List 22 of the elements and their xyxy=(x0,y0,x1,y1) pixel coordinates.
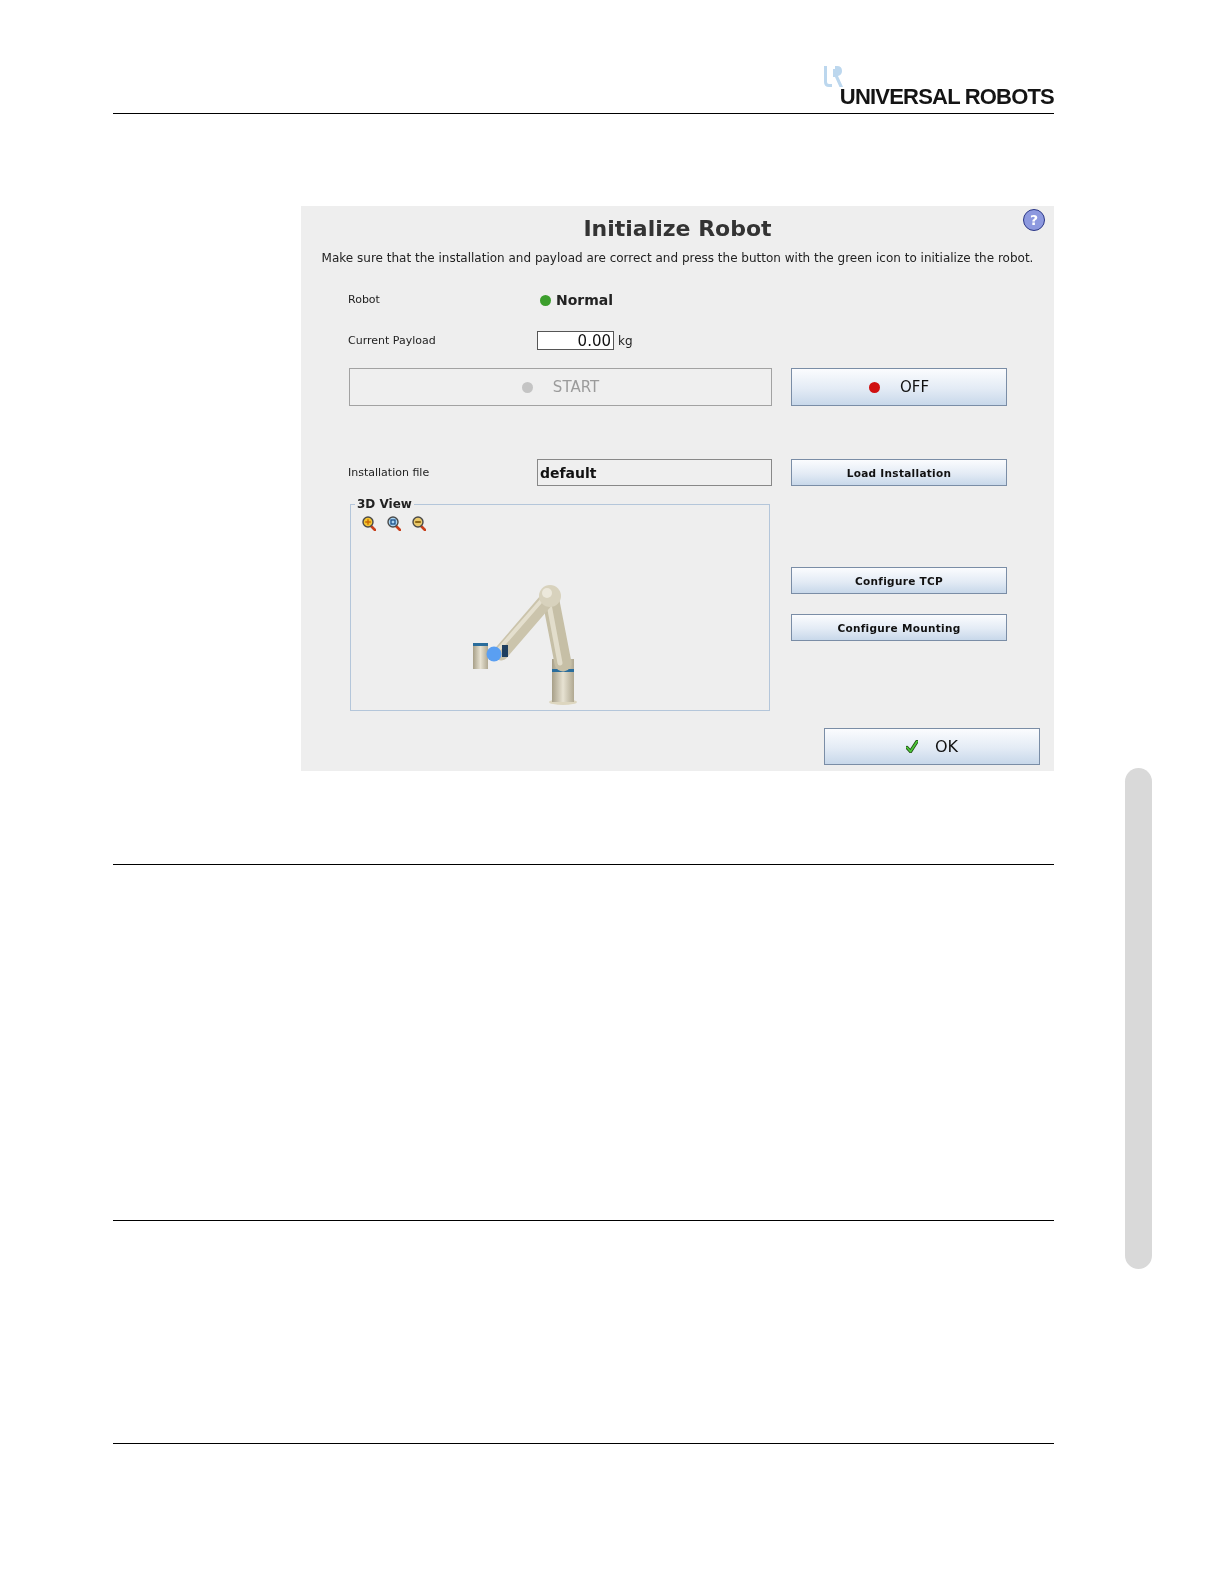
zoom-fit-icon[interactable] xyxy=(387,516,401,531)
load-installation-button[interactable]: Load Installation xyxy=(791,459,1007,486)
status-text: Normal xyxy=(556,291,614,309)
instructions-text: Make sure that the installation and payload are correct and press the button with the green icon to initialize the robot. xyxy=(320,250,1035,266)
configure-button[interactable]: Configure Mounting xyxy=(791,614,1007,641)
power-button[interactable]: OFF xyxy=(791,368,1007,406)
installation-file-field[interactable]: default xyxy=(537,459,772,486)
logo-mark-icon xyxy=(821,65,844,89)
zoom-in-icon[interactable] xyxy=(362,516,376,531)
configure-button[interactable]: Configure TCP xyxy=(791,567,1007,594)
status-dot-icon xyxy=(540,294,551,306)
dialog-title: Initialize Robot xyxy=(583,216,772,242)
payload-field[interactable]: 0.00 xyxy=(537,331,614,350)
field-label: Current Payload xyxy=(348,333,437,348)
unit-label: kg xyxy=(618,333,633,348)
ok-button[interactable]: OK xyxy=(824,728,1040,765)
check-icon xyxy=(905,740,918,753)
field-label: Robot xyxy=(348,293,381,307)
panel-title: 3D View xyxy=(356,497,413,511)
zoom-out-icon[interactable] xyxy=(412,516,426,531)
logo-wordmark: UNIVERSAL ROBOTS xyxy=(839,85,1054,109)
field-label: Installation file xyxy=(348,465,431,480)
